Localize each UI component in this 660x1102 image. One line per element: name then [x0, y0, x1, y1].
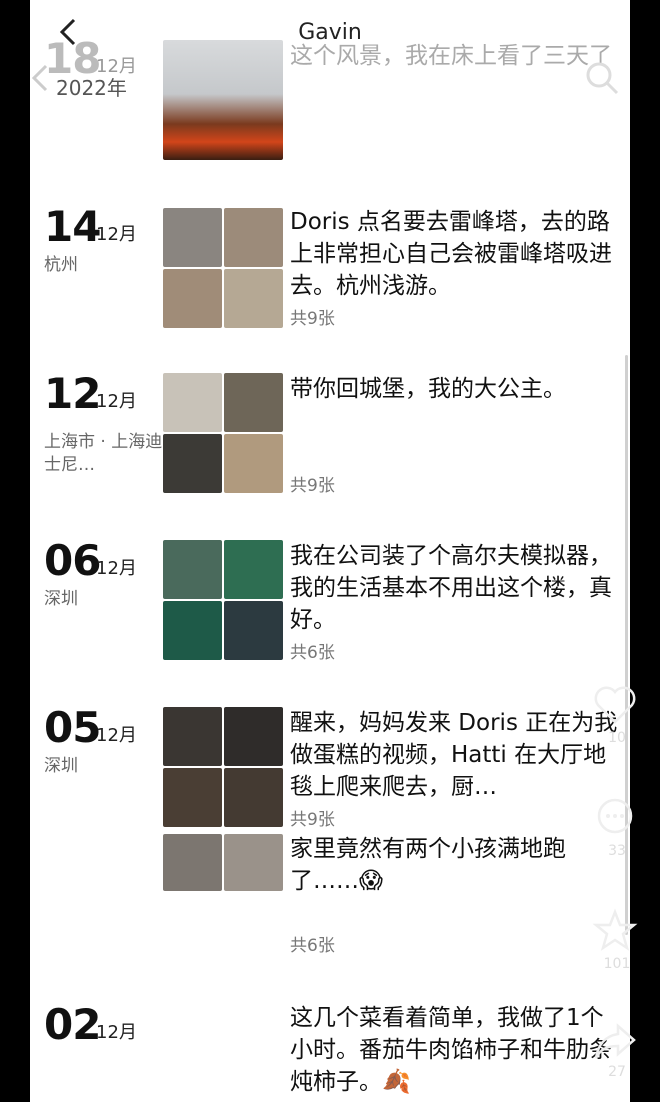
- post-month: 12月: [96, 558, 137, 579]
- top-bar: Gavin: [30, 0, 630, 110]
- post-month: 12月: [96, 391, 137, 412]
- like-count: 10: [608, 730, 626, 746]
- share-count: 27: [608, 1064, 626, 1080]
- search-icon: [586, 62, 619, 95]
- post-day: 06: [44, 536, 101, 585]
- post-day: 12: [44, 369, 101, 418]
- post-text: 这几个菜看着简单，我做了1个小时。番茄牛肉馅柿子和牛肋条炖柿子。🍂: [290, 1005, 612, 1095]
- search-button[interactable]: [582, 58, 622, 98]
- share-icon: [594, 1023, 636, 1059]
- post-entry[interactable]: 12 12月 上海市 · 上海迪士尼… 带你回城堡，我的大公主。 共9张: [30, 365, 630, 505]
- post-text: Doris 点名要去雷峰塔，去的路上非常担心自己会被雷峰塔吸进去。杭州浅游。: [290, 209, 612, 299]
- prev-chevron-icon[interactable]: [30, 60, 56, 96]
- comment-icon: [597, 798, 633, 834]
- photo-grid[interactable]: [163, 707, 283, 827]
- post-month: 12月: [96, 224, 137, 245]
- post-location: 深圳: [44, 756, 78, 776]
- post-text: 醒来，妈妈发来 Doris 正在为我做蛋糕的视频，Hatti 在大厅地毯上爬来爬…: [290, 710, 618, 800]
- favorite-button[interactable]: 101: [592, 908, 642, 972]
- post-entry[interactable]: 05 12月 深圳 醒来，妈妈发来 Doris 正在为我做蛋糕的视频，Hatti…: [30, 699, 630, 959]
- post-entry[interactable]: 14 12月 杭州 Doris 点名要去雷峰塔，去的路上非常担心自己会被雷峰塔吸…: [30, 198, 630, 338]
- share-button[interactable]: 27: [592, 1018, 642, 1080]
- moments-feed: Gavin 18 12月 2022年 这个风景，我在床上看了三天了 14 12月…: [30, 0, 630, 1102]
- post-location: 杭州: [44, 255, 78, 275]
- post-location: 上海市 · 上海迪士尼…: [44, 432, 163, 475]
- photo-count: 共9张: [290, 476, 335, 496]
- photo-grid-secondary[interactable]: [163, 834, 283, 891]
- comment-count: 33: [608, 843, 626, 859]
- post-location: 深圳: [44, 589, 78, 609]
- post-text: 我在公司装了个高尔夫模拟器，我的生活基本不用出这个楼，真好。: [290, 543, 612, 633]
- favorite-count: 101: [603, 956, 631, 972]
- post-day: 02: [44, 1000, 101, 1049]
- comment-button[interactable]: 33: [592, 795, 642, 859]
- heart-icon: [594, 686, 636, 724]
- post-month: 12月: [96, 725, 137, 746]
- photo-grid[interactable]: [163, 208, 283, 328]
- photo-count: 共9张: [290, 810, 335, 830]
- photo-grid[interactable]: [163, 540, 283, 660]
- page-title: Gavin: [298, 20, 362, 45]
- post-text: 带你回城堡，我的大公主。: [290, 376, 566, 402]
- post-entry[interactable]: 02 12月 这几个菜看着简单，我做了1个小时。番茄牛肉馅柿子和牛肋条炖柿子。🍂: [30, 996, 630, 1102]
- star-icon: [592, 908, 638, 951]
- post-month: 12月: [96, 1022, 137, 1043]
- like-button[interactable]: 10: [592, 682, 642, 746]
- photo-count: 共6张: [290, 936, 335, 956]
- photo-count: 共6张: [290, 643, 335, 663]
- photo-count: 共9张: [290, 309, 335, 329]
- photo-grid[interactable]: [163, 373, 283, 493]
- post-text: 家里竟然有两个小孩满地跑了……😱: [290, 836, 566, 894]
- post-day: 14: [44, 202, 101, 251]
- post-day: 05: [44, 703, 101, 752]
- post-entry[interactable]: 06 12月 深圳 我在公司装了个高尔夫模拟器，我的生活基本不用出这个楼，真好。…: [30, 532, 630, 672]
